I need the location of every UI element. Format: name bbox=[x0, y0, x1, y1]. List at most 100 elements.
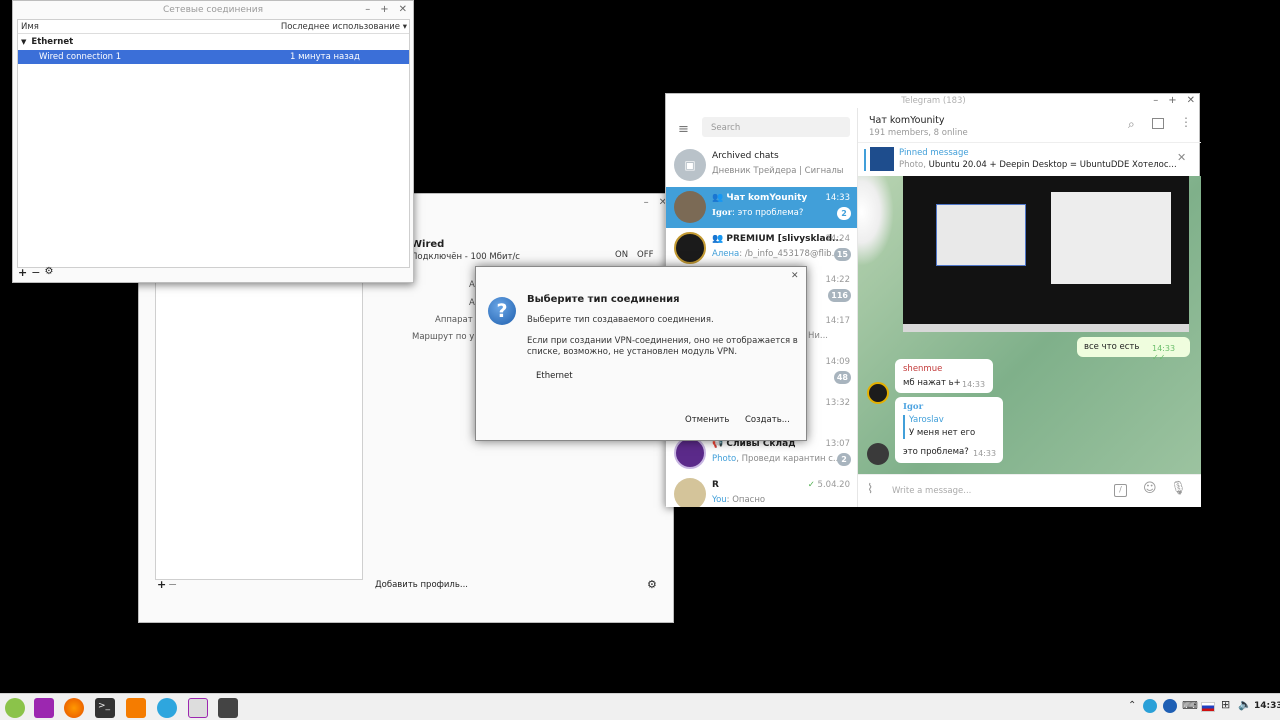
chat-main: Чат komYounity 191 members, 8 online ⌕ ⋮… bbox=[858, 108, 1201, 507]
more-icon[interactable]: ⋮ bbox=[1180, 115, 1192, 129]
incoming-message[interactable]: shenmue мб нажат ь+ 14:33 bbox=[895, 359, 993, 393]
message-time: 14:33 ✓✓ bbox=[1152, 344, 1176, 362]
chat-time: 14:22 bbox=[825, 275, 851, 285]
detail-label-a1: А bbox=[469, 280, 475, 290]
remove-profile-minus[interactable]: − bbox=[168, 578, 177, 591]
gear-icon[interactable]: ⚙ bbox=[647, 578, 657, 591]
chat-preview: You: Опасно bbox=[712, 495, 766, 505]
add-profile-button[interactable]: Добавить профиль... bbox=[375, 580, 468, 590]
avatar bbox=[674, 478, 706, 507]
sidebar-toggle-icon[interactable] bbox=[1152, 118, 1164, 129]
gear-icon[interactable]: ⚙ bbox=[44, 266, 53, 279]
terminal-icon[interactable]: >_ bbox=[95, 698, 115, 718]
col-last-used[interactable]: Последнее использование ▾ bbox=[281, 22, 407, 32]
commands-icon[interactable]: / bbox=[1114, 484, 1127, 497]
tray-expand-icon[interactable]: ⌃ bbox=[1128, 700, 1136, 711]
chat-time: 13:32 bbox=[825, 398, 851, 408]
minimize-icon[interactable]: – bbox=[1153, 95, 1158, 106]
shield-icon[interactable] bbox=[1163, 699, 1177, 713]
connections-tree[interactable]: Имя Последнее использование ▾ ▼ Ethernet … bbox=[17, 19, 410, 268]
chat-time: 14:09 bbox=[825, 357, 851, 367]
col-name[interactable]: Имя bbox=[21, 22, 39, 32]
chat-item[interactable]: 👥 Чат komYounity Igor: это проблема? 14:… bbox=[666, 187, 857, 228]
connection-type-select[interactable]: Ethernet bbox=[536, 371, 573, 381]
chat-title[interactable]: Чат komYounity bbox=[869, 115, 945, 126]
keyboard-icon[interactable]: ⌨ bbox=[1182, 699, 1198, 712]
close-icon[interactable]: ✕ bbox=[791, 271, 799, 281]
pinned-bar[interactable]: Pinned message Photo, Ubuntu 20.04 + Dee… bbox=[858, 142, 1201, 176]
tg-titlebar: Telegram (183) – + ✕ bbox=[666, 94, 1201, 108]
volume-icon[interactable]: 🔈 bbox=[1238, 698, 1252, 711]
telegram-tray-icon[interactable] bbox=[1143, 699, 1157, 713]
close-icon[interactable]: ✕ bbox=[1177, 151, 1186, 164]
tree-header: Имя Последнее использование ▾ bbox=[18, 20, 409, 34]
check-icon: ✓ bbox=[807, 480, 818, 490]
flag-ru-icon[interactable] bbox=[1201, 702, 1215, 712]
message-input[interactable]: Write a message... bbox=[892, 486, 971, 496]
chat-time: 14:17 bbox=[825, 316, 851, 326]
compose-bar: ⌇ Write a message... / ☺ 🎙 bbox=[858, 474, 1201, 507]
maximize-icon[interactable]: + bbox=[1168, 95, 1176, 106]
unread-badge: 2 bbox=[837, 453, 851, 466]
outgoing-message[interactable]: все что есть 14:33 ✓✓ bbox=[1077, 337, 1190, 362]
profile-list[interactable] bbox=[155, 264, 363, 580]
dialog-title: Выберите тип соединения bbox=[527, 294, 680, 305]
avatar bbox=[674, 232, 706, 264]
message-sender: Igor bbox=[903, 402, 924, 412]
pinned-thumbnail bbox=[870, 147, 894, 171]
attach-icon[interactable]: ⌇ bbox=[867, 482, 873, 497]
minimize-icon[interactable]: – bbox=[644, 197, 649, 208]
archived-sub: Дневник Трейдера | Сигналы bbox=[712, 166, 844, 176]
chat-item[interactable]: R You: Опасно ✓ 5.04.20 bbox=[666, 474, 857, 507]
connection-row[interactable]: Wired connection 1 1 минута назад bbox=[18, 50, 409, 64]
mint-menu-icon[interactable] bbox=[5, 698, 25, 718]
avatar[interactable] bbox=[867, 382, 889, 404]
archived-title: Archived chats bbox=[712, 151, 779, 161]
chat-item[interactable]: 👥 PREMIUM [slivysklad... Алена: /b_info_… bbox=[666, 228, 857, 269]
menu-icon[interactable]: ≡ bbox=[678, 122, 689, 137]
off-toggle[interactable]: OFF bbox=[637, 250, 653, 260]
maximize-icon[interactable]: + bbox=[380, 4, 388, 15]
microphone-icon[interactable]: 🎙 bbox=[1170, 481, 1187, 496]
clock[interactable]: 14:33 bbox=[1254, 701, 1280, 711]
emoji-icon[interactable]: ☺ bbox=[1143, 481, 1157, 496]
on-toggle[interactable]: ON bbox=[615, 250, 628, 260]
message-text: все что есть bbox=[1084, 342, 1140, 352]
incoming-message[interactable]: Igor Yaroslav У меня нет его это проблем… bbox=[895, 397, 1003, 463]
flower-decoration bbox=[858, 176, 894, 266]
remove-connection-button[interactable]: − bbox=[31, 266, 40, 279]
group-icon: 👥 bbox=[712, 193, 727, 203]
chat-time: ✓ 5.04.20 bbox=[807, 480, 850, 490]
unread-badge: 116 bbox=[828, 289, 851, 302]
telegram-icon[interactable] bbox=[157, 698, 177, 718]
workspace-icon[interactable] bbox=[34, 698, 54, 718]
add-connection-button[interactable]: + bbox=[18, 266, 27, 279]
pinned-text: Photo, Ubuntu 20.04 + Deepin Desktop = U… bbox=[899, 160, 1177, 170]
screenshot-image[interactable] bbox=[903, 176, 1189, 332]
avatar bbox=[674, 191, 706, 223]
chat-preview: Алена: /b_info_453178@flib... bbox=[712, 249, 840, 259]
search-icon[interactable]: ⌕ bbox=[1128, 117, 1135, 132]
detail-label-route: Маршрут по ум bbox=[412, 332, 481, 342]
add-profile-plus[interactable]: + bbox=[157, 578, 166, 591]
close-icon[interactable]: ✕ bbox=[1187, 95, 1195, 106]
network-icon[interactable]: ⊞ bbox=[1221, 698, 1230, 711]
firefox-icon[interactable] bbox=[64, 698, 84, 718]
tg-window-title: Telegram (183) bbox=[901, 96, 966, 106]
search-input[interactable]: Search bbox=[702, 117, 850, 137]
close-icon[interactable]: ✕ bbox=[399, 4, 407, 15]
expander-icon: ▼ bbox=[21, 38, 27, 46]
system-monitor-icon[interactable] bbox=[218, 698, 238, 718]
unread-badge: 48 bbox=[833, 371, 851, 384]
chat-preview: Photo, Проведи карантин с... bbox=[712, 454, 842, 464]
network-app-icon[interactable] bbox=[188, 698, 208, 718]
archived-chats[interactable]: ▣ Archived chats Дневник Трейдера | Сигн… bbox=[666, 145, 857, 186]
group-ethernet[interactable]: ▼ Ethernet bbox=[18, 35, 409, 49]
cancel-button[interactable]: Отменить bbox=[685, 415, 729, 425]
folder-icon[interactable] bbox=[126, 698, 146, 718]
minimize-icon[interactable]: – bbox=[365, 4, 370, 15]
avatar[interactable] bbox=[867, 443, 889, 465]
dialog-note: Если при создании VPN-соединения, оно не… bbox=[527, 336, 798, 357]
chat-members: 191 members, 8 online bbox=[869, 128, 968, 138]
create-button[interactable]: Создать... bbox=[745, 415, 790, 425]
